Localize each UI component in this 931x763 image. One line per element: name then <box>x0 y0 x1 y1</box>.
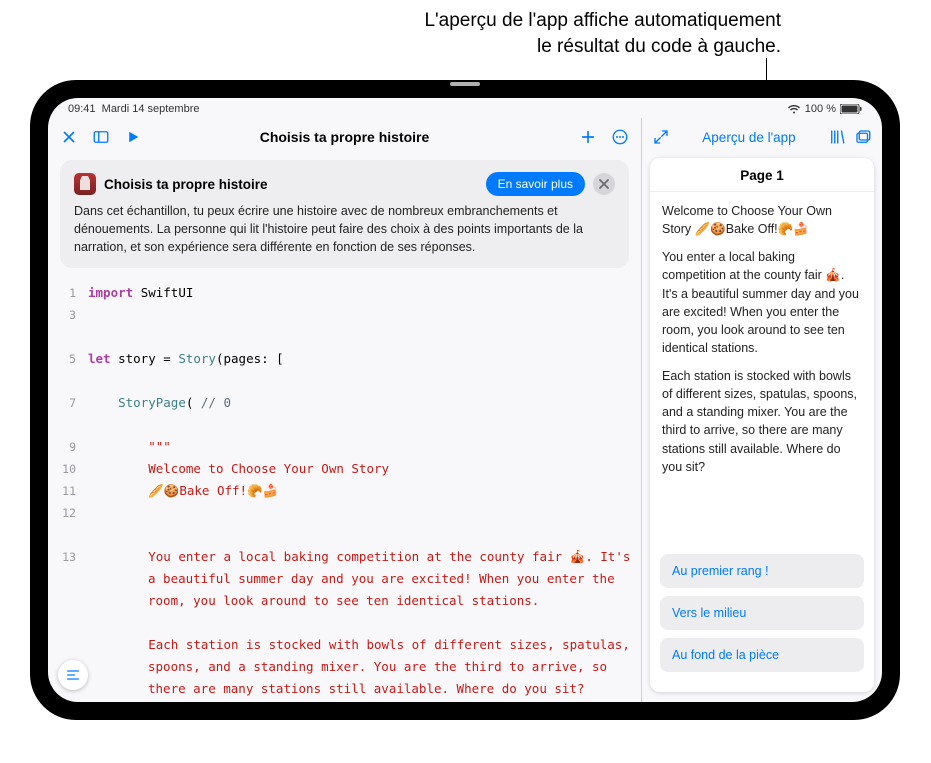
preview-paragraph: Each station is stocked with bowls of di… <box>662 367 862 476</box>
close-icon[interactable] <box>60 128 78 146</box>
preview-paragraph: Welcome to Choose Your Own Story 🥖🍪Bake … <box>662 202 862 238</box>
window-icon[interactable] <box>854 128 872 146</box>
status-right: 100 % <box>787 103 862 115</box>
caption-line: le résultat du code à gauche. <box>424 34 781 60</box>
preview-choices: Au premier rang ! Vers le milieu Au fond… <box>650 548 874 692</box>
info-card: Choisis ta propre histoire En savoir plu… <box>60 160 629 268</box>
expand-icon[interactable] <box>652 128 670 146</box>
preview-title: Aperçu de l'app <box>678 130 820 145</box>
line-gutter: 1 3 5 7 9 10 11 12 13 <box>48 282 82 702</box>
project-icon <box>74 173 96 195</box>
ipad-frame: 09:41 Mardi 14 septembre 100 % <box>30 80 900 720</box>
preview-pane: Aperçu de l'app Page 1 Welcome to Choose… <box>642 118 882 702</box>
caption-line: L'aperçu de l'app affiche automatiquemen… <box>424 8 781 34</box>
info-card-header: Choisis ta propre histoire En savoir plu… <box>74 172 615 196</box>
preview-toolbar: Aperçu de l'app <box>642 118 882 156</box>
status-date: Mardi 14 septembre <box>102 103 200 115</box>
code-editor[interactable]: 1 3 5 7 9 10 11 12 13 <box>48 276 641 702</box>
sidebar-icon[interactable] <box>92 128 110 146</box>
play-icon[interactable] <box>124 128 142 146</box>
wifi-icon <box>787 103 801 115</box>
info-card-body: Dans cet échantillon, tu peux écrire une… <box>74 202 615 256</box>
info-card-title: Choisis ta propre histoire <box>104 177 268 192</box>
app-preview: Page 1 Welcome to Choose Your Own Story … <box>650 158 874 692</box>
preview-page-title: Page 1 <box>650 158 874 192</box>
choice-button[interactable]: Au fond de la pièce <box>660 638 864 672</box>
code-content[interactable]: import SwiftUI let story = Story(pages: … <box>88 282 641 702</box>
learn-more-button[interactable]: En savoir plus <box>486 172 585 196</box>
format-button[interactable] <box>58 660 88 690</box>
ipad-screen: 09:41 Mardi 14 septembre 100 % <box>48 98 882 702</box>
status-time: 09:41 <box>68 103 96 115</box>
more-icon[interactable] <box>611 128 629 146</box>
status-battery-text: 100 % <box>805 103 836 115</box>
app-area: Choisis ta propre histoire Choisis ta pr… <box>48 118 882 702</box>
editor-pane: Choisis ta propre histoire Choisis ta pr… <box>48 118 642 702</box>
status-bar: 09:41 Mardi 14 septembre 100 % <box>48 98 882 118</box>
choice-button[interactable]: Au premier rang ! <box>660 554 864 588</box>
preview-paragraph: You enter a local baking competition at … <box>662 248 862 357</box>
dismiss-info-button[interactable] <box>593 173 615 195</box>
battery-icon <box>840 103 862 115</box>
library-icon[interactable] <box>828 128 846 146</box>
add-icon[interactable] <box>579 128 597 146</box>
editor-toolbar: Choisis ta propre histoire <box>48 118 641 156</box>
status-left: 09:41 Mardi 14 septembre <box>68 103 199 115</box>
preview-body: Welcome to Choose Your Own Story 🥖🍪Bake … <box>650 192 874 548</box>
caption: L'aperçu de l'app affiche automatiquemen… <box>424 8 781 59</box>
choice-button[interactable]: Vers le milieu <box>660 596 864 630</box>
